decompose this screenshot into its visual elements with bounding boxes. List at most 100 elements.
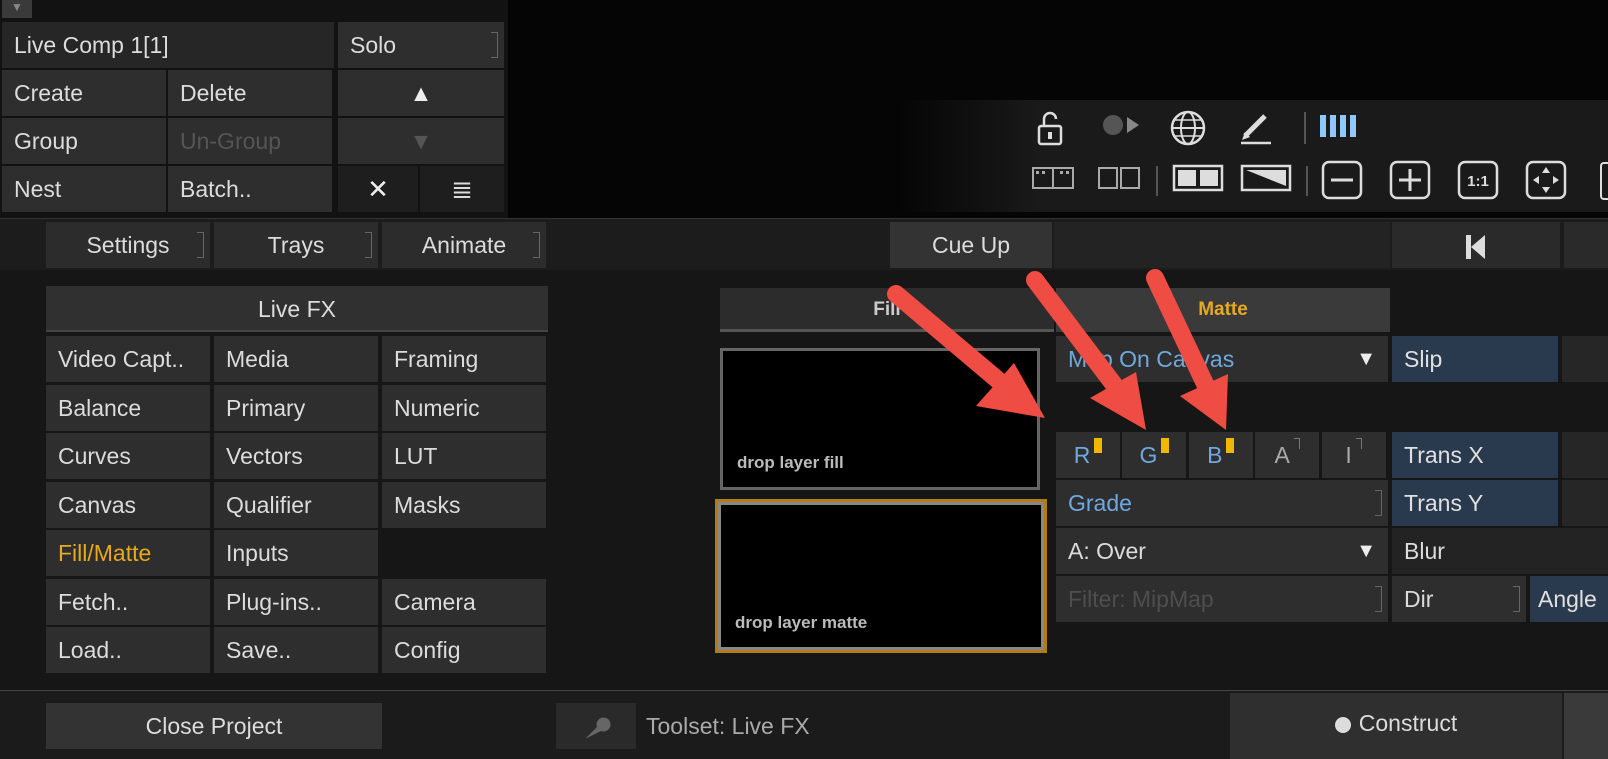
trans-x-value[interactable] <box>1562 432 1608 478</box>
divider <box>1306 166 1308 196</box>
delete-button[interactable]: Delete <box>168 70 332 116</box>
list-icon[interactable]: ≣ <box>420 166 504 212</box>
trans-y-value[interactable] <box>1562 480 1608 526</box>
comp-name-field[interactable]: Live Comp 1[1] <box>2 22 334 68</box>
pen-icon[interactable] <box>1234 108 1278 157</box>
channel-button-i[interactable]: I <box>1321 432 1386 478</box>
move-down-button[interactable]: ▼ <box>338 118 504 164</box>
matte-drop-target[interactable]: drop layer matte <box>715 499 1047 653</box>
toolbar-spacer <box>1054 222 1390 268</box>
livefx-item-media[interactable]: Media <box>214 336 378 382</box>
trans-x-field[interactable]: Trans X <box>1392 432 1558 478</box>
one-to-one-icon[interactable]: 1:1 <box>1456 160 1500 211</box>
livefx-item-numeric[interactable]: Numeric <box>382 384 546 431</box>
status-dot-icon <box>1334 716 1351 733</box>
channel-button-g[interactable]: G <box>1122 432 1187 478</box>
livefx-item-vectors[interactable]: Vectors <box>214 433 378 479</box>
bars-icon[interactable] <box>1316 110 1366 151</box>
grade-button[interactable]: Grade <box>1056 480 1388 526</box>
collapse-chevron-icon[interactable]: ▼ <box>2 0 32 18</box>
solo-button[interactable]: Solo <box>338 22 504 68</box>
tab-matte[interactable]: Matte <box>1056 288 1390 332</box>
trays-button[interactable]: Trays <box>214 222 378 268</box>
livefx-item-primary[interactable]: Primary <box>214 384 378 431</box>
view-controls: 1:1 <box>900 100 1608 212</box>
slip-value[interactable] <box>1562 336 1608 382</box>
livefx-item-framing[interactable]: Framing <box>382 336 546 382</box>
batch-button[interactable]: Batch.. <box>168 166 332 212</box>
skip-start-icon <box>1466 234 1485 259</box>
drop-fill-label: drop layer fill <box>737 453 844 472</box>
divider <box>1304 112 1306 144</box>
filter-dropdown[interactable]: Filter: MipMap <box>1056 576 1388 622</box>
livefx-empty-slot <box>382 530 546 576</box>
livefx-item-canvas[interactable]: Canvas <box>46 481 210 528</box>
channel-button-b[interactable]: B <box>1188 432 1253 478</box>
fill-drop-target[interactable]: drop layer fill <box>720 348 1040 490</box>
settings-button[interactable]: Settings <box>46 222 210 268</box>
dir-button[interactable]: Dir <box>1392 576 1526 622</box>
bottom-side-panel <box>1564 693 1608 759</box>
channel-button-a[interactable]: A <box>1255 432 1320 478</box>
livefx-item-fill-matte[interactable]: Fill/Matte <box>46 530 210 576</box>
livefx-item-balance[interactable]: Balance <box>46 384 210 431</box>
livefx-item-camera[interactable]: Camera <box>382 578 546 625</box>
fit-icon[interactable] <box>1524 160 1568 211</box>
angle-field[interactable]: Angle <box>1530 576 1608 622</box>
diagonal-icon[interactable] <box>1238 162 1294 203</box>
trans-y-field[interactable]: Trans Y <box>1392 480 1558 526</box>
divider <box>1156 166 1158 196</box>
unlock-icon[interactable] <box>1030 110 1070 157</box>
construct-button[interactable]: Construct <box>1230 693 1562 759</box>
livefx-item-curves[interactable]: Curves <box>46 433 210 479</box>
channel-label: I <box>1345 442 1352 468</box>
bottom-bar: Close Project Toolset: Live FX Construct <box>0 690 1608 759</box>
livefx-item-fetch[interactable]: Fetch.. <box>46 578 210 625</box>
layer-panel: ▼ Live Comp 1[1] Solo Create Delete ▲ Gr… <box>0 0 508 218</box>
livefx-item-config[interactable]: Config <box>382 627 546 673</box>
move-up-button[interactable]: ▲ <box>338 70 504 116</box>
dropdown-arrow-icon: ▼ <box>1356 348 1376 370</box>
livefx-item-lut[interactable]: LUT <box>382 433 546 479</box>
channel-label: A <box>1274 442 1290 468</box>
mapping-dropdown[interactable]: Map On Canvas ▼ <box>1056 336 1388 382</box>
tab-fill[interactable]: Fill <box>720 288 1054 332</box>
mapping-value: Map On Canvas <box>1068 346 1235 372</box>
dual-view-icon[interactable] <box>1170 162 1226 203</box>
film-strip-icon[interactable] <box>1030 162 1076 203</box>
blend-mode-dropdown[interactable]: A: Over ▼ <box>1056 528 1388 574</box>
group-button[interactable]: Group <box>2 118 166 164</box>
channel-inactive-indicator <box>1355 438 1362 449</box>
dropdown-arrow-icon: ▼ <box>1356 540 1376 562</box>
ungroup-button[interactable]: Un-Group <box>168 118 332 164</box>
toolbar-next-button[interactable] <box>1564 222 1608 268</box>
livefx-item-video-capt[interactable]: Video Capt.. <box>46 336 210 382</box>
livefx-item-masks[interactable]: Masks <box>382 481 546 528</box>
animate-button[interactable]: Animate <box>382 222 546 268</box>
livefx-item-qualifier[interactable]: Qualifier <box>214 481 378 528</box>
livefx-item-inputs[interactable]: Inputs <box>214 530 378 576</box>
livefx-item-load[interactable]: Load.. <box>46 627 210 673</box>
split-film-icon[interactable] <box>1096 162 1142 203</box>
cue-up-button[interactable]: Cue Up <box>890 222 1052 268</box>
wrench-icon[interactable] <box>556 703 636 749</box>
nest-button[interactable]: Nest <box>2 166 166 212</box>
livefx-item-plug-ins[interactable]: Plug-ins.. <box>214 578 378 625</box>
create-button[interactable]: Create <box>2 70 166 116</box>
panel-edge <box>1600 162 1608 200</box>
livefx-header: Live FX <box>46 286 548 332</box>
toolset-label: Toolset: Live FX <box>646 713 810 739</box>
record-play-icon[interactable] <box>1096 110 1146 151</box>
zoom-in-icon[interactable] <box>1388 160 1432 211</box>
close-project-button[interactable]: Close Project <box>46 703 382 749</box>
channel-button-r[interactable]: R <box>1056 432 1120 478</box>
channel-label: B <box>1207 442 1223 468</box>
slip-field[interactable]: Slip <box>1392 336 1558 382</box>
channel-active-indicator <box>1094 438 1103 453</box>
blur-field[interactable]: Blur <box>1392 528 1608 574</box>
zoom-out-icon[interactable] <box>1320 160 1364 211</box>
skip-to-start-button[interactable] <box>1392 222 1560 268</box>
globe-icon[interactable] <box>1166 108 1210 159</box>
livefx-item-save[interactable]: Save.. <box>214 627 378 673</box>
close-icon[interactable]: ✕ <box>338 166 418 212</box>
